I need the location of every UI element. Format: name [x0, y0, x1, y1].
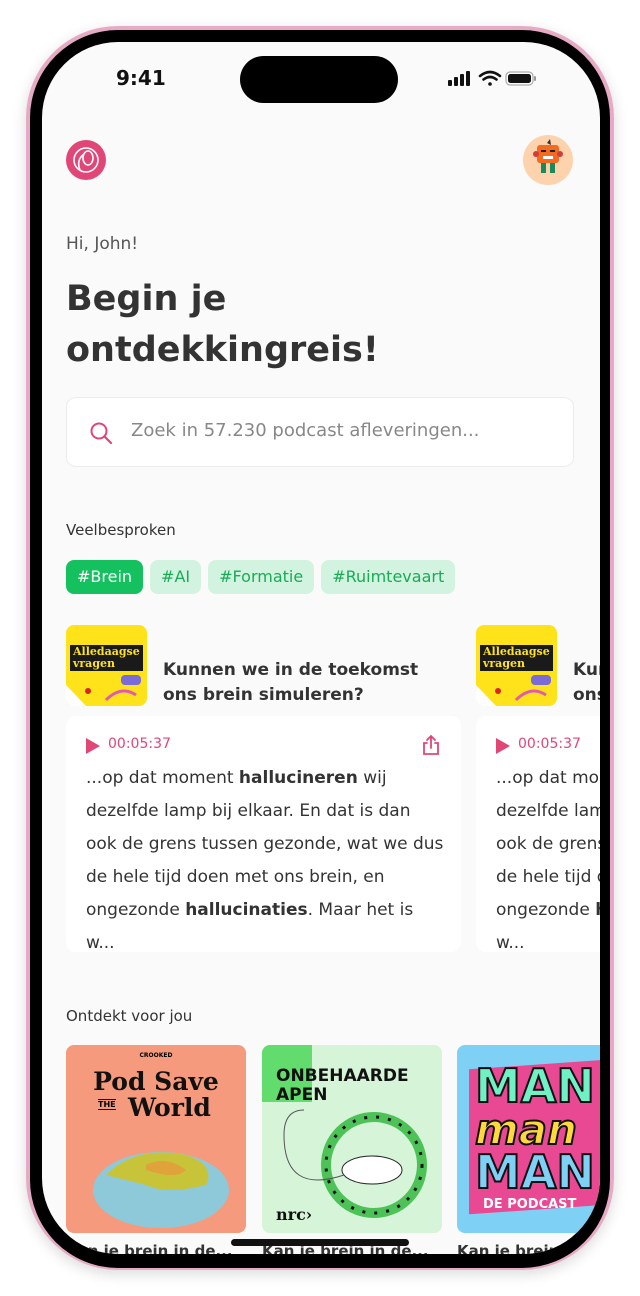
episode-title[interactable]: Kunnen we in de toekomst ons brein simul…: [573, 658, 600, 708]
search-icon: [90, 422, 113, 445]
highlight-term: hallucinaties: [595, 900, 600, 920]
tile-title-line: ONBEHAARDE: [276, 1066, 409, 1086]
episode-artwork[interactable]: Alledaagse vragen: [476, 625, 557, 706]
tile-caption[interactable]: Kan je brein in de...: [457, 1242, 600, 1254]
title-line: ontdekkingreis!: [66, 330, 379, 370]
tile-brand: nrc›: [276, 1205, 313, 1224]
chip-ruimtevaart[interactable]: #Ruimtevaart: [321, 560, 456, 594]
tile-caption[interactable]: Kan je brein in de...: [66, 1242, 233, 1254]
episode-snippet: ...op dat moment hallucineren wij dezelf…: [86, 762, 446, 960]
title-line: Begin je: [66, 279, 227, 319]
tile-title: Pod Save: [93, 1067, 219, 1096]
wifi-icon: [478, 70, 502, 86]
tile-brand: CROOKED: [139, 1052, 173, 1059]
play-icon[interactable]: [86, 738, 100, 754]
monster-avatar-icon: [533, 139, 563, 173]
chip-ai[interactable]: #AI: [150, 560, 202, 594]
section-title-trending: Veelbesproken: [66, 521, 176, 539]
snippet-text: wij dezelfde lamp bij elkaar. En dat is …: [496, 801, 600, 920]
home-indicator[interactable]: [231, 1239, 409, 1246]
episode-timestamp: 00:05:37: [108, 736, 171, 752]
tag-chips: #Brein #AI #Formatie #Ruimtevaart: [66, 560, 456, 594]
artwork-doodles: [66, 675, 141, 706]
app-logo[interactable]: [66, 140, 106, 180]
avatar[interactable]: [523, 135, 573, 185]
snippet-text: wij dezelfde lamp bij elkaar. En dat is …: [86, 768, 444, 920]
artwork-doodles: [476, 675, 551, 706]
greeting: Hi, John!: [66, 234, 139, 254]
tile-title: World: [128, 1093, 211, 1122]
search-box[interactable]: [66, 397, 574, 467]
podcast-tile[interactable]: MAN man MAN DE PODCAST: [457, 1045, 600, 1233]
section-title-discover: Ontdekt voor jou: [66, 1007, 193, 1025]
page-title: Begin je ontdekkingreis!: [66, 274, 506, 376]
snippet-text: ...op dat moment: [496, 768, 600, 788]
episode-snippet-card[interactable]: 00:05:37 ...op dat moment hallucineren w…: [66, 716, 461, 953]
podcast-tile[interactable]: ONBEHAARDE APEN nrc›: [262, 1045, 442, 1233]
tile-subtitle: DE PODCAST: [483, 1197, 577, 1212]
highlight-term: hallucineren: [238, 768, 358, 788]
play-icon[interactable]: [496, 738, 510, 754]
signal-icon: [448, 71, 470, 86]
tile-title: THE: [98, 1099, 116, 1110]
chip-formatie[interactable]: #Formatie: [208, 560, 315, 594]
search-input[interactable]: [131, 420, 551, 441]
podcast-tile[interactable]: CROOKED Pod Save THE World: [66, 1045, 246, 1233]
chip-brein[interactable]: #Brein: [66, 560, 144, 594]
crumpled-globe-image: [93, 1152, 229, 1228]
logo-icon: [73, 147, 99, 173]
highlight-term: hallucinaties: [185, 900, 308, 920]
battery-icon: [505, 71, 536, 86]
episode-snippet: ...op dat moment hallucineren wij dezelf…: [496, 762, 600, 960]
screen: 9:41 Hi, John! Begin je ontdekkingreis! V…: [42, 42, 600, 1254]
dynamic-island: [240, 56, 398, 103]
share-icon[interactable]: [422, 734, 440, 756]
episode-title[interactable]: Kunnen we in de toekomst ons brein simul…: [163, 658, 453, 708]
episode-timestamp: 00:05:37: [518, 736, 581, 752]
tile-title: MAN: [474, 1144, 596, 1200]
episode-artwork[interactable]: Alledaagse vragen: [66, 625, 147, 706]
episode-snippet-card[interactable]: 00:05:37 ...op dat moment hallucineren w…: [476, 716, 600, 953]
status-time: 9:41: [116, 66, 166, 90]
snippet-text: ...op dat moment: [86, 768, 239, 788]
status-icons: [448, 70, 536, 86]
